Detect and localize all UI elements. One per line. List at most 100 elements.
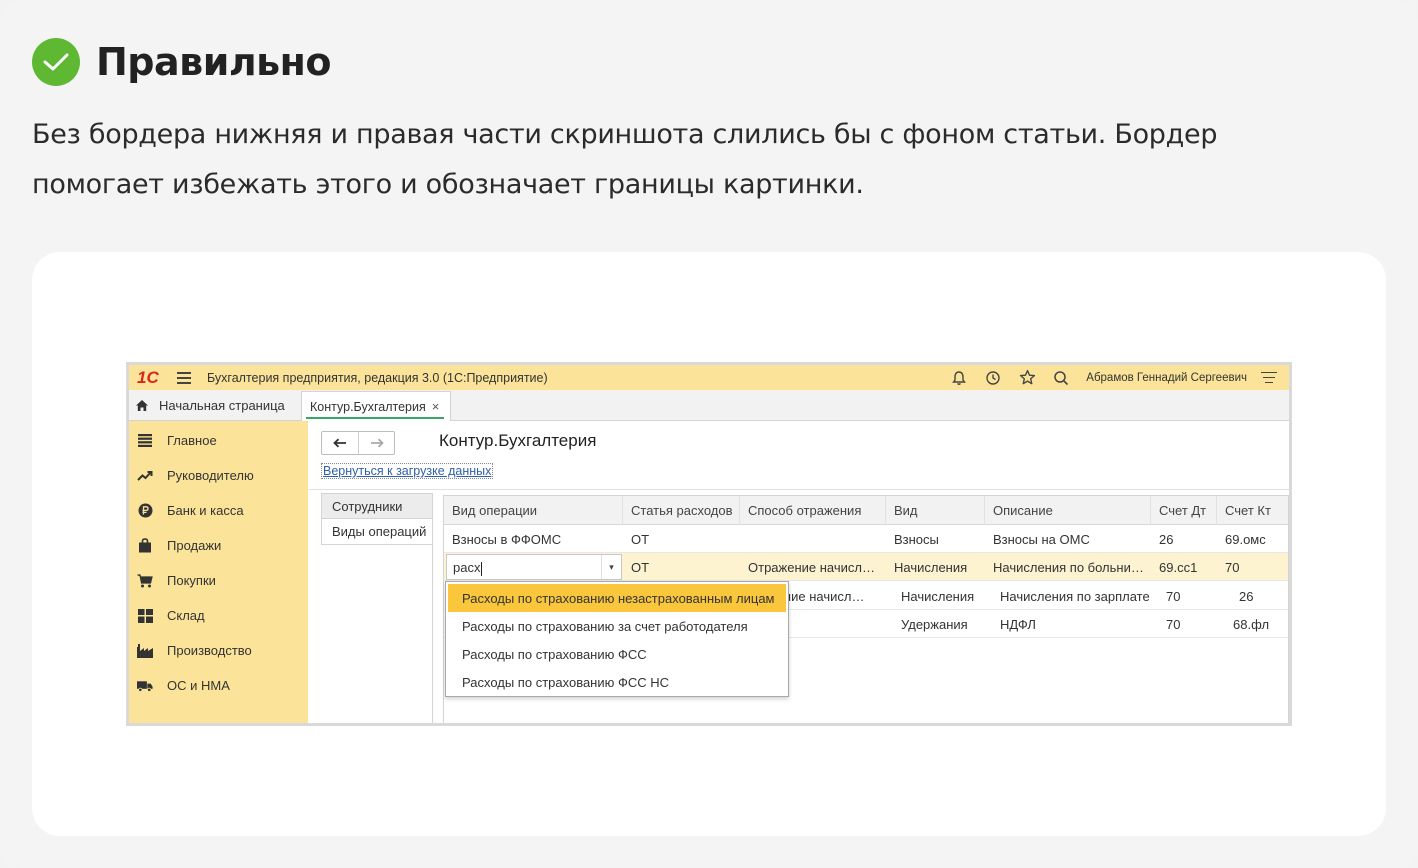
chevron-down-icon[interactable]: ▾ (601, 555, 621, 579)
truck-icon (137, 678, 153, 694)
operation-input-value: расх (453, 560, 481, 575)
sidebar-item-assets[interactable]: ОС и НМА (129, 668, 308, 703)
cell-credit: 69.омс (1225, 531, 1266, 547)
operation-input[interactable]: расх ▾ (446, 554, 622, 580)
sidebar-item-production[interactable]: Производство (129, 633, 308, 668)
cell-operation: Взносы в ФФОМС (452, 531, 562, 547)
heading-row: Правильно (32, 38, 332, 86)
cell-debit: 26 (1159, 531, 1174, 547)
cart-icon (137, 573, 153, 589)
close-icon[interactable]: × (432, 399, 440, 414)
article-card: Правильно Без бордера нижняя и правая ча… (0, 0, 1418, 868)
table-row[interactable]: Взносы в ФФОМС ОТ Взносы Взносы на ОМС 2… (444, 525, 1288, 553)
ruble-icon (137, 503, 153, 519)
sidebar-item-label: Продажи (167, 538, 222, 553)
home-icon (136, 399, 148, 411)
check-icon (32, 38, 80, 86)
cell-cost-item: ОТ (631, 559, 650, 575)
autocomplete-dropdown: Расходы по страхованию незастрахованным … (445, 581, 789, 697)
menu-list-icon (137, 433, 153, 449)
sidebar-item-label: Покупки (167, 573, 216, 588)
sidebar-item-warehouse[interactable]: Склад (129, 598, 308, 633)
cell-kind: Начисления (901, 588, 975, 604)
factory-icon (137, 643, 153, 659)
user-name[interactable]: Абрамов Геннадий Сергеевич (1086, 372, 1247, 384)
sidebar-item-main[interactable]: Главное (129, 423, 308, 458)
cell-debit: 70 (1166, 588, 1181, 604)
app-title: Бухгалтерия предприятия, редакция 3.0 (1… (207, 370, 548, 385)
cell-description: Взносы на ОМС (993, 531, 1090, 547)
tab-kontur[interactable]: Контур.Бухгалтерия × (301, 391, 451, 421)
page-title: Правильно (96, 40, 332, 84)
sidebar-item-label: Главное (167, 433, 217, 448)
table-header: Вид операции Статья расходов Способ отра… (444, 496, 1288, 525)
cell-description: НДФЛ (1000, 616, 1036, 632)
dropdown-option[interactable]: Расходы по страхованию за счет работодат… (448, 612, 786, 640)
subnav-employees[interactable]: Сотрудники (321, 493, 433, 519)
sidebar-item-label: Руководителю (167, 468, 254, 483)
sidebar-item-bank[interactable]: Банк и касса (129, 493, 308, 528)
sidebar-item-manager[interactable]: Руководителю (129, 458, 308, 493)
form-title: Контур.Бухгалтерия (439, 431, 597, 450)
sidebar-item-label: Производство (167, 643, 252, 658)
cell-credit: 26 (1239, 588, 1254, 604)
topbar-actions: Абрамов Геннадий Сергеевич (950, 365, 1277, 390)
back-to-import-link[interactable]: Вернуться к загрузке данных (321, 463, 494, 479)
cell-credit: 68.фл (1233, 616, 1270, 632)
warehouse-icon (137, 608, 153, 624)
sidebar-item-label: Банк и касса (167, 503, 244, 518)
cell-kind: Удержания (901, 616, 968, 632)
cell-description: Начисления по больни… (993, 559, 1144, 575)
subnav-operation-types[interactable]: Виды операций (321, 519, 433, 545)
dropdown-option[interactable]: Расходы по страхованию ФСС (448, 640, 786, 668)
cell-credit: 70 (1225, 559, 1240, 575)
history-icon[interactable] (984, 369, 1002, 387)
cell-debit: 70 (1166, 616, 1181, 632)
cell-cost-item: ОТ (631, 531, 650, 547)
col-credit[interactable]: Счет Кт (1217, 496, 1289, 525)
tab-kontur-label: Контур.Бухгалтерия (310, 399, 426, 414)
sidebar: Главное Руководителю Банк и касса Продаж… (129, 421, 308, 723)
cell-description: Начисления по зарплате (1000, 588, 1150, 604)
forward-button[interactable] (358, 432, 394, 454)
search-icon[interactable] (1052, 369, 1070, 387)
col-description[interactable]: Описание (985, 496, 1151, 525)
trend-icon (137, 468, 153, 484)
cell-debit: 69.сс1 (1159, 559, 1198, 575)
sidebar-item-purchases[interactable]: Покупки (129, 563, 308, 598)
screenshot-frame: 1С Бухгалтерия предприятия, редакция 3.0… (126, 362, 1292, 726)
hamburger-icon[interactable] (177, 371, 191, 384)
sidebar-item-label: Склад (167, 608, 205, 623)
bell-icon[interactable] (950, 369, 968, 387)
bag-icon (137, 538, 153, 554)
cell-kind: Начисления (894, 559, 968, 575)
app-topbar: 1С Бухгалтерия предприятия, редакция 3.0… (129, 365, 1289, 390)
cell-method: Отражение начисл… (748, 559, 875, 575)
arrow-left-icon (333, 438, 346, 448)
back-button[interactable] (322, 432, 358, 454)
logo-1c: 1С (137, 367, 159, 387)
col-kind[interactable]: Вид (886, 496, 985, 525)
article-description: Без бордера нижняя и правая части скринш… (32, 119, 1218, 200)
arrow-right-icon (370, 438, 384, 448)
tab-home-label: Начальная страница (159, 397, 285, 413)
subnav: Сотрудники Виды операций (321, 493, 433, 723)
col-operation[interactable]: Вид операции (444, 496, 623, 525)
cell-kind: Взносы (894, 531, 939, 547)
dropdown-option[interactable]: Расходы по страхованию незастрахованным … (448, 584, 786, 612)
tab-home[interactable]: Начальная страница (129, 390, 297, 420)
menu-icon[interactable] (1261, 371, 1277, 384)
tab-bar: Начальная страница Контур.Бухгалтерия × (129, 390, 1289, 421)
history-nav (321, 431, 395, 455)
active-tab-indicator (306, 417, 444, 419)
divider (309, 489, 1289, 490)
sidebar-item-sales[interactable]: Продажи (129, 528, 308, 563)
dropdown-option[interactable]: Расходы по страхованию ФСС НС (448, 668, 786, 696)
col-debit[interactable]: Счет Дт (1151, 496, 1217, 525)
sidebar-item-label: ОС и НМА (167, 678, 230, 693)
table-row-selected[interactable]: расх ▾ ОТ Отражение начисл… Начисления Н… (444, 553, 1288, 581)
star-icon[interactable] (1018, 369, 1036, 387)
col-cost-item[interactable]: Статья расходов (623, 496, 740, 525)
text-caret (481, 561, 483, 576)
col-method[interactable]: Способ отражения (740, 496, 886, 525)
